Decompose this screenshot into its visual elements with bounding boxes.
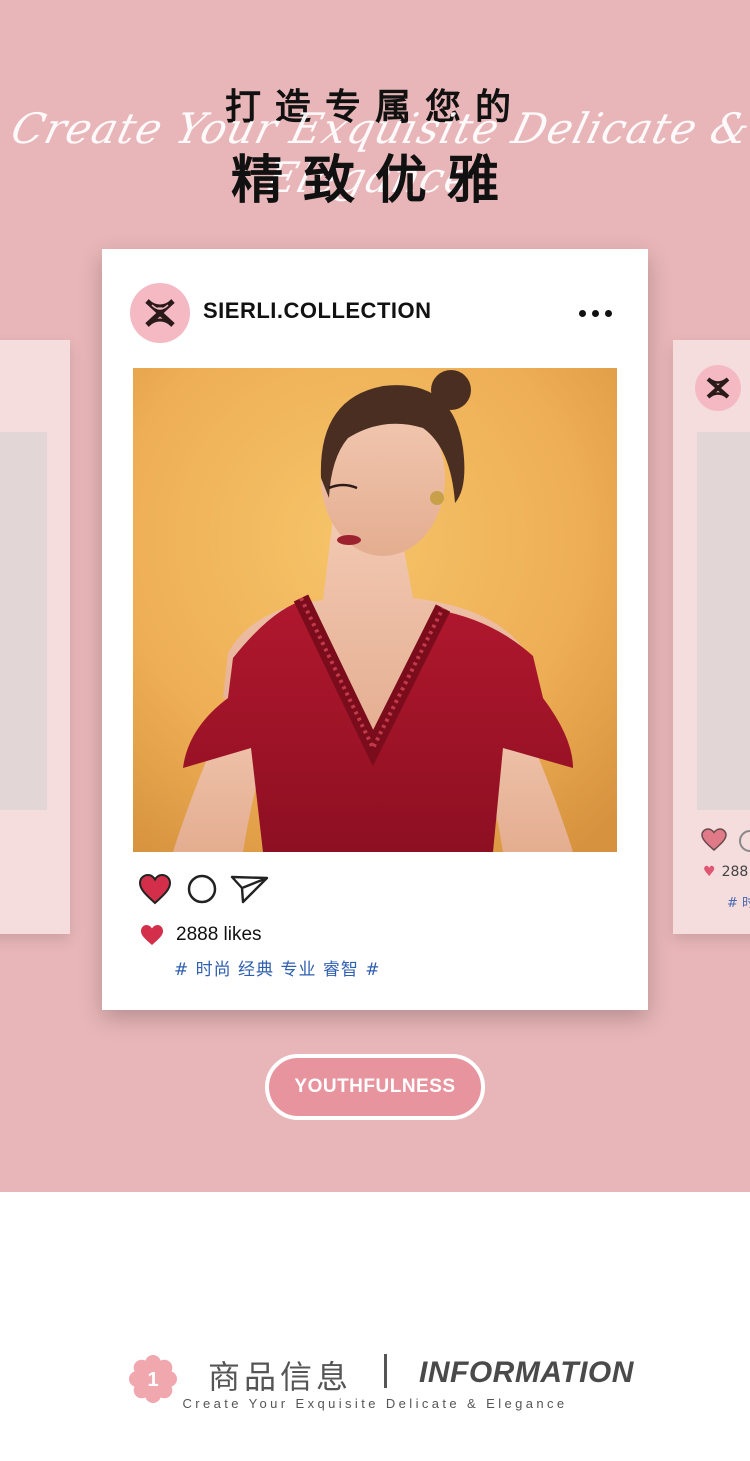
side-likes: ♥ 288 <box>703 864 749 880</box>
side-card-left-image <box>0 432 47 810</box>
send-icon[interactable] <box>230 873 270 905</box>
side-card-left <box>0 340 70 934</box>
monogram-logo-icon <box>695 365 741 411</box>
side-card-right: ♥ 288 # 时 <box>673 340 750 934</box>
monogram-logo-icon <box>145 299 175 327</box>
hero-title-main: 精致优雅 <box>230 151 519 211</box>
more-dots-icon[interactable] <box>572 301 618 325</box>
divider <box>384 1354 387 1388</box>
account-name[interactable]: SIERLI.COLLECTION <box>203 298 432 324</box>
info-header: 1 商品信息 INFORMATION Create Your Exquisite… <box>0 1340 750 1430</box>
comment-circle-icon <box>739 830 750 852</box>
info-title-cn: 商品信息 <box>208 1358 353 1396</box>
avatar[interactable] <box>130 283 190 343</box>
post-tags[interactable]: # 时尚 经典 专业 睿智 # <box>174 955 381 980</box>
section-number: 1 <box>147 1369 158 1391</box>
info-subtitle: Create Your Exquisite Delicate & Eleganc… <box>182 1396 568 1411</box>
heart-icon <box>141 925 163 945</box>
side-card-right-image <box>697 432 750 810</box>
post-photo <box>133 368 617 852</box>
heart-icon <box>701 828 727 851</box>
hero-section: 打造专属您的 Create Your Exquisite Delicate & … <box>0 0 750 1192</box>
comment-circle-icon[interactable] <box>186 873 218 905</box>
youthfulness-button[interactable]: YOUTHFULNESS <box>265 1054 485 1120</box>
side-tags: # 时 <box>727 896 750 911</box>
heart-icon[interactable] <box>138 873 172 905</box>
post-card: SIERLI.COLLECTION 2888 likes # 时尚 经典 专业 … <box>102 249 648 1010</box>
likes-row: 2888 likes <box>140 921 262 949</box>
likes-count: 2888 likes <box>176 924 262 945</box>
info-title-en: INFORMATION <box>419 1356 634 1389</box>
